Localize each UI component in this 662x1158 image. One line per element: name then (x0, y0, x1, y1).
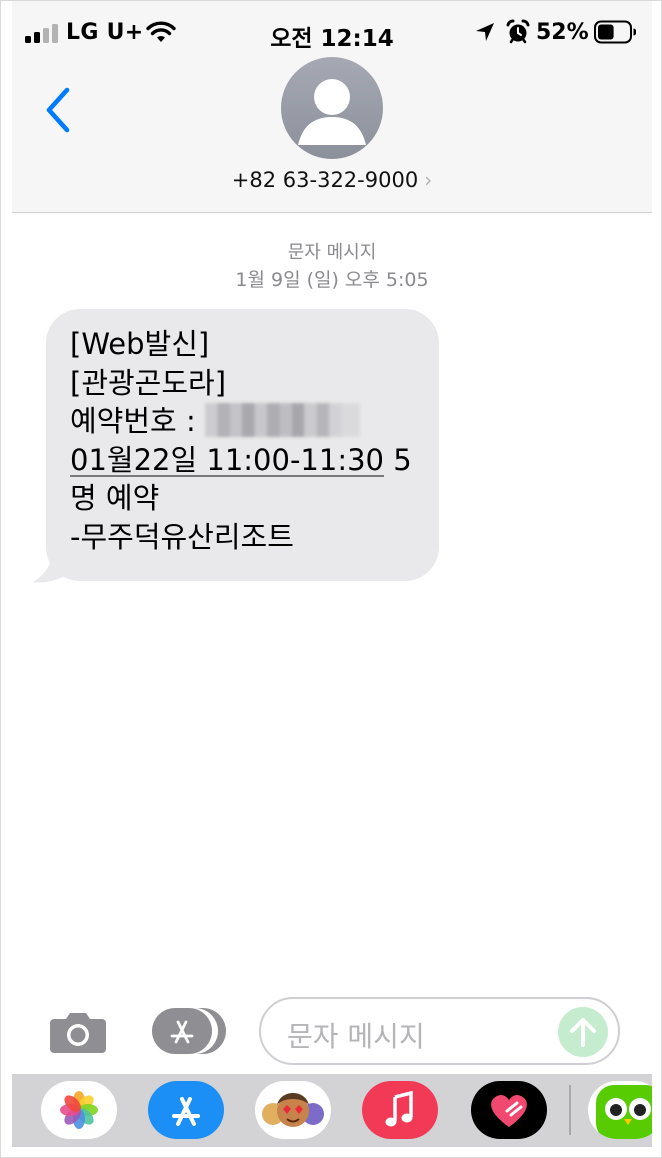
message-line: -무주덕유산리조트 (70, 519, 294, 554)
message-line: [관광곤도라] (70, 365, 227, 400)
photos-app-icon[interactable] (41, 1081, 117, 1139)
camera-icon[interactable] (48, 1009, 108, 1055)
contact-number: +82 63-322-9000 (231, 168, 419, 192)
photos-flower-icon (60, 1091, 98, 1129)
app-drawer (12, 1074, 652, 1147)
arrow-up-icon (570, 1018, 596, 1047)
send-button[interactable] (558, 1007, 608, 1057)
message-line: [Web발신] (70, 327, 210, 361)
chevron-right-icon: › (424, 168, 433, 192)
battery-icon (594, 20, 636, 44)
contact-number-button[interactable]: +82 63-322-9000 › (12, 168, 652, 192)
memoji-faces-icon (262, 1093, 324, 1127)
message-line: 명 예약 (70, 481, 160, 515)
alarm-icon (506, 19, 530, 44)
battery-percentage: 52% (536, 20, 589, 45)
service-label: 문자 메시지 (287, 242, 377, 263)
duolingo-app-icon[interactable] (588, 1081, 652, 1139)
date-time-link[interactable]: 01월22일 11:00-11:30 (70, 443, 384, 477)
location-icon (476, 23, 494, 41)
message-text: 5 (384, 442, 412, 477)
memoji-app-icon[interactable] (255, 1081, 331, 1139)
message-line: 예약번호 : (70, 402, 429, 441)
reservation-label: 예약번호 : (70, 404, 205, 438)
message-line: 01월22일 11:00-11:30 5 (70, 441, 429, 480)
app-store-icon[interactable] (150, 1006, 228, 1056)
message-input[interactable]: 문자 메시지 (259, 997, 620, 1065)
contact-avatar[interactable] (281, 57, 383, 159)
conversation-header: LG U+ 오전 12:14 52% +82 63-322-9000 › (12, 1, 652, 213)
heart-icon (491, 1094, 527, 1127)
status-bar: LG U+ 오전 12:14 52% (12, 1, 652, 65)
app-store-app-icon[interactable] (148, 1081, 224, 1139)
owl-icon (596, 1085, 652, 1139)
message-timestamp: 1월 9일 (일) 오후 5:05 (235, 269, 429, 291)
message-input-placeholder: 문자 메시지 (287, 1020, 425, 1053)
drawer-divider (569, 1085, 571, 1135)
heart-app-icon[interactable] (471, 1081, 547, 1139)
redacted-reservation-number (204, 403, 360, 437)
music-note-icon (385, 1090, 413, 1127)
music-app-icon[interactable] (362, 1081, 438, 1139)
received-message-bubble[interactable]: [Web발신] [관광곤도라] 예약번호 : 01월22일 11:00-11:3… (46, 309, 439, 581)
phone-screen: LG U+ 오전 12:14 52% +82 63-322-9000 › 문자 … (0, 0, 662, 1158)
person-silhouette-icon (298, 79, 366, 145)
back-button[interactable] (40, 85, 80, 135)
app-store-a-icon (172, 1097, 200, 1126)
